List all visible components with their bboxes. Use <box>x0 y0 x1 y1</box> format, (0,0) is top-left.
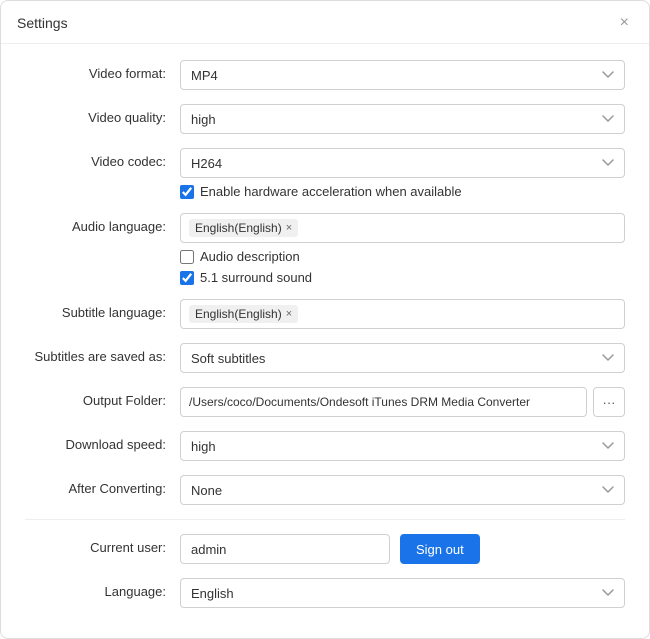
hardware-accel-label: Enable hardware acceleration when availa… <box>200 184 462 199</box>
audio-language-tag: English(English) × <box>189 219 298 237</box>
current-user-row: Current user: Sign out <box>25 534 625 564</box>
language-select[interactable]: English Chinese Japanese Korean <box>180 578 625 608</box>
subtitle-language-tag: English(English) × <box>189 305 298 323</box>
output-folder-input[interactable] <box>180 387 587 417</box>
current-user-control: Sign out <box>180 534 625 564</box>
subtitle-language-label: Subtitle language: <box>25 299 180 320</box>
after-converting-label: After Converting: <box>25 475 180 496</box>
divider <box>25 519 625 520</box>
audio-language-row: Audio language: English(English) × Audio… <box>25 213 625 285</box>
hardware-accel-checkbox[interactable] <box>180 185 194 199</box>
after-converting-select[interactable]: None Open folder Shutdown <box>180 475 625 505</box>
video-codec-row: Video codec: H264 H265 VP9 Enable hardwa… <box>25 148 625 199</box>
output-folder-input-row: ··· <box>180 387 625 417</box>
surround-sound-row: 5.1 surround sound <box>180 270 625 285</box>
video-format-row: Video format: MP4 MKV MOV AVI <box>25 60 625 90</box>
download-speed-control: high medium low <box>180 431 625 461</box>
subtitles-saved-control: Soft subtitles Hard subtitles <box>180 343 625 373</box>
video-quality-select[interactable]: high medium low <box>180 104 625 134</box>
after-converting-control: None Open folder Shutdown <box>180 475 625 505</box>
download-speed-label: Download speed: <box>25 431 180 452</box>
video-codec-label: Video codec: <box>25 148 180 169</box>
audio-language-tag-close[interactable]: × <box>286 222 292 234</box>
download-speed-select[interactable]: high medium low <box>180 431 625 461</box>
language-row: Language: English Chinese Japanese Korea… <box>25 578 625 608</box>
window-title: Settings <box>17 15 68 31</box>
subtitles-saved-row: Subtitles are saved as: Soft subtitles H… <box>25 343 625 373</box>
output-folder-label: Output Folder: <box>25 387 180 408</box>
language-control: English Chinese Japanese Korean <box>180 578 625 608</box>
browse-button[interactable]: ··· <box>593 387 625 417</box>
audio-language-label: Audio language: <box>25 213 180 234</box>
surround-sound-label: 5.1 surround sound <box>200 270 312 285</box>
subtitle-language-tag-input[interactable]: English(English) × <box>180 299 625 329</box>
sign-out-row: Sign out <box>180 534 625 564</box>
audio-description-row: Audio description <box>180 249 625 264</box>
video-codec-control: H264 H265 VP9 Enable hardware accelerati… <box>180 148 625 199</box>
subtitles-saved-select[interactable]: Soft subtitles Hard subtitles <box>180 343 625 373</box>
surround-sound-checkbox[interactable] <box>180 271 194 285</box>
audio-description-checkbox[interactable] <box>180 250 194 264</box>
audio-language-control: English(English) × Audio description 5.1… <box>180 213 625 285</box>
subtitle-language-row: Subtitle language: English(English) × <box>25 299 625 329</box>
settings-content: Video format: MP4 MKV MOV AVI Video qual… <box>1 44 649 638</box>
output-folder-row: Output Folder: ··· <box>25 387 625 417</box>
language-label: Language: <box>25 578 180 599</box>
video-quality-label: Video quality: <box>25 104 180 125</box>
audio-description-label: Audio description <box>200 249 300 264</box>
subtitle-language-control: English(English) × <box>180 299 625 329</box>
subtitles-saved-label: Subtitles are saved as: <box>25 343 180 364</box>
close-button[interactable]: × <box>616 13 633 33</box>
settings-window: Settings × Video format: MP4 MKV MOV AVI… <box>0 0 650 639</box>
title-bar: Settings × <box>1 1 649 44</box>
sign-out-button[interactable]: Sign out <box>400 534 480 564</box>
after-converting-row: After Converting: None Open folder Shutd… <box>25 475 625 505</box>
video-format-label: Video format: <box>25 60 180 81</box>
download-speed-row: Download speed: high medium low <box>25 431 625 461</box>
hardware-accel-row: Enable hardware acceleration when availa… <box>180 184 625 199</box>
video-quality-row: Video quality: high medium low <box>25 104 625 134</box>
output-folder-control: ··· <box>180 387 625 417</box>
current-user-label: Current user: <box>25 534 180 555</box>
video-codec-select[interactable]: H264 H265 VP9 <box>180 148 625 178</box>
video-quality-control: high medium low <box>180 104 625 134</box>
audio-language-tag-input[interactable]: English(English) × <box>180 213 625 243</box>
current-user-input[interactable] <box>180 534 390 564</box>
subtitle-language-tag-close[interactable]: × <box>286 308 292 320</box>
video-format-select[interactable]: MP4 MKV MOV AVI <box>180 60 625 90</box>
video-format-control: MP4 MKV MOV AVI <box>180 60 625 90</box>
